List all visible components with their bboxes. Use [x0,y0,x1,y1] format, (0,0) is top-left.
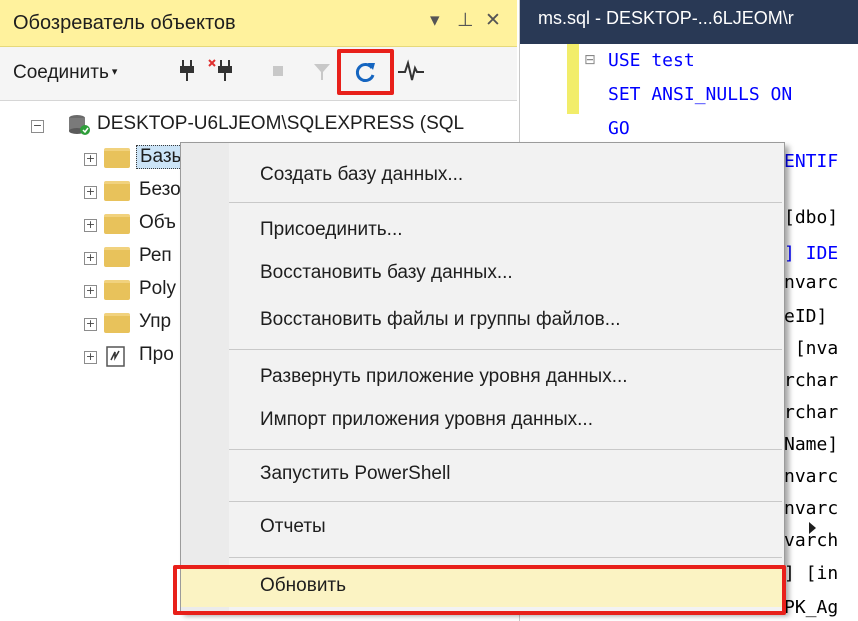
menu-item-label: Восстановить файлы и группы файлов... [260,309,621,330]
expand-icon[interactable]: + [84,219,97,232]
folder-icon [104,148,130,168]
tree-node-label: Реп [139,245,172,266]
refresh-highlight-box [337,49,394,95]
menu-item-label: Создать базу данных... [260,164,464,185]
code-line[interactable]: GO [608,118,630,139]
object-explorer-title-bar: Обозреватель объектов ▾ ⊥ ✕ [0,0,517,47]
tree-node-label: Упр [139,311,172,332]
connect-label: Соединить [13,62,109,83]
code-line[interactable]: rchar [784,370,838,391]
menu-item-new-database[interactable]: Создать базу данных... [229,158,779,194]
code-line[interactable]: ] IDE [784,243,838,264]
window-position-dropdown-icon[interactable]: ▾ [430,9,440,32]
code-line[interactable]: ENTIF [784,151,838,172]
menu-item-label: Присоединить... [260,219,403,240]
refresh-menu-highlight-box [173,565,786,615]
menu-item-label: Запустить PowerShell [260,463,451,484]
connect-button[interactable]: Соединить ▾ [13,62,117,84]
folder-icon [104,214,130,234]
menu-separator [229,501,782,502]
filter-icon[interactable] [310,58,334,86]
menu-item-label: Восстановить базу данных... [260,262,513,283]
menu-item-import-data-tier[interactable]: Импорт приложения уровня данных... [229,403,779,439]
code-line[interactable]: PK_Ag [784,597,838,618]
editor-tab-title: ms.sql - DESKTOP-...6LJEOM\r [538,8,794,28]
code-line[interactable]: [dbo] [784,207,838,228]
code-line[interactable]: nvarc [784,498,838,519]
folder-icon [104,247,130,267]
menu-item-label: Импорт приложения уровня данных... [260,409,593,430]
code-line[interactable]: nvarc [784,272,838,293]
menu-item-powershell[interactable]: Запустить PowerShell [229,457,779,493]
submenu-arrow-icon [809,522,816,534]
change-margin [567,44,579,114]
code-line[interactable]: USE test [608,50,695,71]
expand-icon[interactable]: + [84,252,97,265]
context-menu: Создать базу данных... Присоединить... В… [180,142,816,612]
menu-separator [229,202,782,203]
menu-item-label: Отчеты [260,516,326,537]
menu-item-reports[interactable]: Отчеты [229,510,816,546]
pin-icon[interactable]: ⊥ [457,9,474,32]
code-line[interactable]: nvarc [784,466,838,487]
menu-item-label: Развернуть приложение уровня данных... [260,366,628,387]
expand-icon[interactable]: + [84,318,97,331]
code-line[interactable]: [nva [784,338,838,359]
tree-server-node[interactable]: − DESKTOP-U6LJEOM\SQLEXPRESS (SQL [0,111,517,141]
tree-node-label: Безо [139,179,181,200]
code-line[interactable]: ] [in [784,563,838,584]
collapse-icon[interactable]: − [31,120,44,133]
collapse-region-icon[interactable]: ⊟ [584,52,596,68]
expand-icon[interactable]: + [84,153,97,166]
folder-icon [104,280,130,300]
object-explorer-toolbar: Соединить ▾ [0,47,517,101]
code-line[interactable]: eID] [784,306,827,327]
menu-item-attach[interactable]: Присоединить... [229,213,779,249]
menu-separator [229,449,782,450]
tree-node-label: Poly [139,278,176,299]
menu-item-restore-files[interactable]: Восстановить файлы и группы файлов... [229,303,779,339]
expand-icon[interactable]: + [84,186,97,199]
folder-icon [104,313,130,333]
expand-icon[interactable]: + [84,351,97,364]
menu-item-restore-database[interactable]: Восстановить базу данных... [229,256,779,292]
folder-icon [104,181,130,201]
activity-monitor-icon[interactable] [397,58,424,86]
server-name: DESKTOP-U6LJEOM\SQLEXPRESS (SQL [97,113,465,134]
stop-icon[interactable] [266,58,290,86]
profiler-icon [106,346,126,374]
connect-plug-icon[interactable] [175,58,199,86]
editor-tab[interactable]: ms.sql - DESKTOP-...6LJEOM\r [520,0,858,44]
code-line[interactable]: Name] [784,434,838,455]
tree-node-label: Про [139,344,174,365]
tree-node-label: Объ [139,212,176,233]
code-line[interactable]: rchar [784,402,838,423]
disconnect-plug-icon[interactable] [207,58,232,86]
menu-item-deploy-data-tier[interactable]: Развернуть приложение уровня данных... [229,360,779,396]
menu-separator [229,349,782,350]
expand-icon[interactable]: + [84,285,97,298]
menu-separator [229,557,782,558]
menu-icon-gutter [181,143,229,611]
object-explorer-title: Обозреватель объектов [13,12,236,34]
code-line[interactable]: SET ANSI_NULLS ON [608,84,792,105]
server-icon [67,113,91,143]
close-icon[interactable]: ✕ [485,9,501,32]
chevron-down-icon: ▾ [111,66,118,78]
